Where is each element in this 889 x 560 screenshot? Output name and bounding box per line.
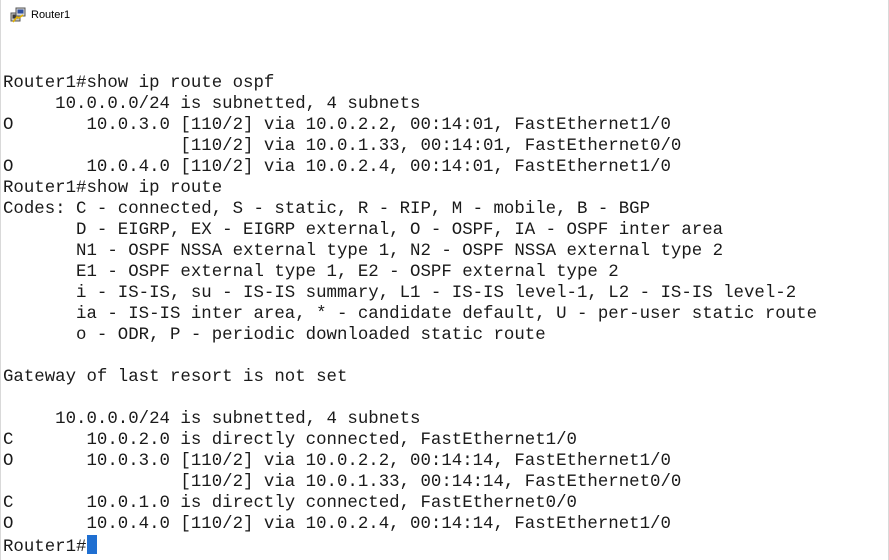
terminal-line: N1 - OSPF NSSA external type 1, N2 - OSP… xyxy=(3,242,724,261)
terminal-line: Router1#show ip route xyxy=(3,179,223,198)
terminal-line: C 10.0.2.0 is directly connected, FastEt… xyxy=(3,431,577,450)
terminal-line: C 10.0.1.0 is directly connected, FastEt… xyxy=(3,494,577,513)
title-bar[interactable]: Router1 xyxy=(1,0,888,30)
terminal-line: O 10.0.4.0 [110/2] via 10.0.2.4, 00:14:0… xyxy=(3,158,671,177)
terminal-line: 10.0.0.0/24 is subnetted, 4 subnets xyxy=(3,410,421,429)
terminal-line: o - ODR, P - periodic downloaded static … xyxy=(3,326,546,345)
text-cursor xyxy=(86,535,97,554)
putty-icon xyxy=(10,7,26,23)
terminal-line: Codes: C - connected, S - static, R - RI… xyxy=(3,200,651,219)
terminal-line: O 10.0.3.0 [110/2] via 10.0.2.2, 00:14:1… xyxy=(3,452,671,471)
terminal-line: O 10.0.4.0 [110/2] via 10.0.2.4, 00:14:1… xyxy=(3,515,671,534)
terminal-line: i - IS-IS, su - IS-IS summary, L1 - IS-I… xyxy=(3,284,797,303)
terminal-window: Router1 Router1#show ip route ospf 10.0.… xyxy=(0,0,889,560)
terminal-line: D - EIGRP, EX - EIGRP external, O - OSPF… xyxy=(3,221,724,240)
terminal-line: E1 - OSPF external type 1, E2 - OSPF ext… xyxy=(3,263,619,282)
prompt-line[interactable]: Router1# xyxy=(3,535,888,557)
terminal-line: 10.0.0.0/24 is subnetted, 4 subnets xyxy=(3,95,421,114)
terminal-line: [110/2] via 10.0.1.33, 00:14:01, FastEth… xyxy=(3,137,682,156)
terminal-output[interactable]: Router1#show ip route ospf 10.0.0.0/24 i… xyxy=(3,52,888,560)
terminal-line: O 10.0.3.0 [110/2] via 10.0.2.2, 00:14:0… xyxy=(3,116,671,135)
window-title: Router1 xyxy=(31,9,71,21)
terminal-line: Gateway of last resort is not set xyxy=(3,368,348,387)
terminal-line: ia - IS-IS inter area, * - candidate def… xyxy=(3,305,818,324)
prompt-text: Router1# xyxy=(3,538,87,557)
terminal-line: Router1#show ip route ospf xyxy=(3,74,275,93)
terminal-line: [110/2] via 10.0.1.33, 00:14:14, FastEth… xyxy=(3,473,682,492)
